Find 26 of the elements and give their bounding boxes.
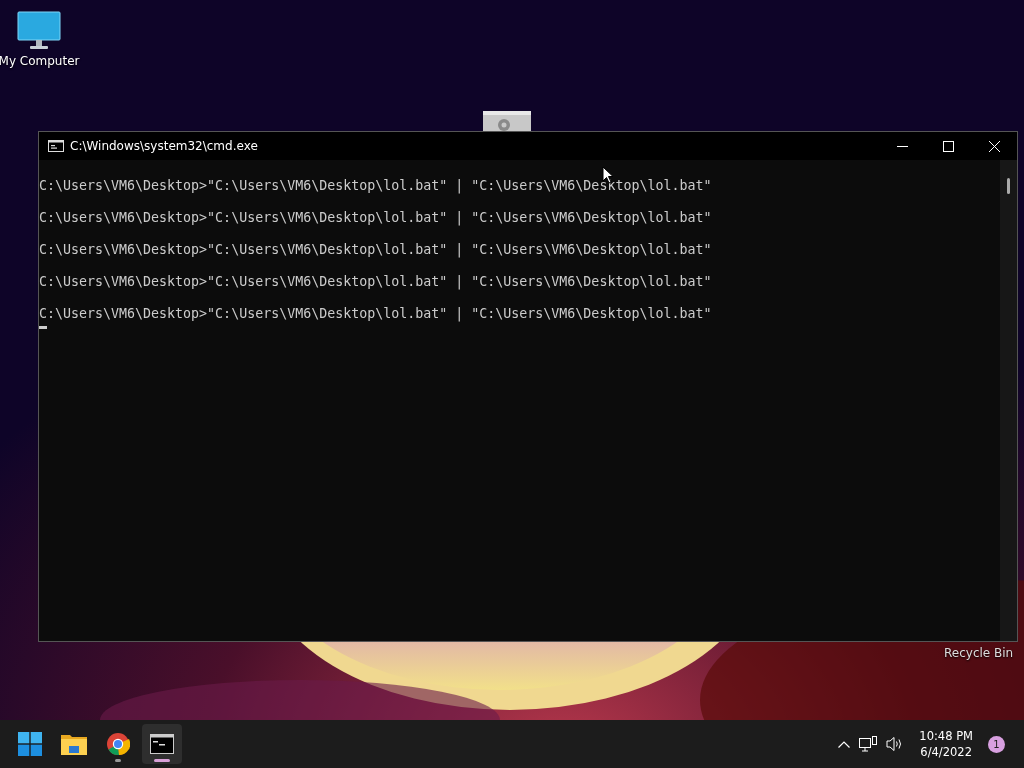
console-line: C:\Users\VM6\Desktop>"C:\Users\VM6\Desktop\lol.bat" | "C:\Users\VM6\Desktop\lol.bat" bbox=[39, 241, 713, 259]
text-cursor bbox=[39, 326, 47, 329]
notification-badge[interactable]: 1 bbox=[988, 735, 1005, 753]
console-line: C:\Users\VM6\Desktop>"C:\Users\VM6\Desktop\lol.bat" | "C:\Users\VM6\Desktop\lol.bat" bbox=[39, 305, 713, 323]
clock-time[interactable]: 10:48 PM bbox=[919, 728, 973, 744]
windows-logo-icon bbox=[18, 732, 42, 756]
maximize-icon bbox=[942, 140, 954, 152]
scrollbar[interactable] bbox=[1000, 160, 1017, 641]
monitor-icon[interactable] bbox=[17, 11, 61, 51]
desktop-icon-label[interactable]: My Computer bbox=[0, 54, 80, 68]
console-line: C:\Users\VM6\Desktop>"C:\Users\VM6\Desktop\lol.bat" | "C:\Users\VM6\Desktop\lol.bat" bbox=[39, 209, 713, 227]
taskbar-button[interactable] bbox=[142, 724, 182, 764]
network-icon[interactable] bbox=[859, 736, 878, 752]
terminal-icon bbox=[150, 734, 174, 754]
console-line: C:\Users\VM6\Desktop>"C:\Users\VM6\Desktop\lol.bat" | "C:\Users\VM6\Desktop\lol.bat" bbox=[39, 273, 713, 291]
browser-icon bbox=[106, 732, 130, 756]
window-title: C:\Windows\system32\cmd.exe bbox=[70, 139, 258, 153]
scrollbar-thumb[interactable] bbox=[1007, 178, 1010, 194]
close-icon bbox=[988, 140, 1000, 152]
console-line: C:\Users\VM6\Desktop>"C:\Users\VM6\Desktop\lol.bat" | "C:\Users\VM6\Desktop\lol.bat" bbox=[39, 177, 713, 195]
desktop-icon-label[interactable]: Recycle Bin bbox=[944, 646, 1014, 660]
chevron-up-icon[interactable] bbox=[838, 740, 851, 748]
gear-icon bbox=[483, 111, 531, 133]
console-icon bbox=[48, 140, 64, 152]
folder-icon bbox=[61, 733, 87, 755]
clock-date[interactable]: 6/4/2022 bbox=[920, 744, 972, 760]
